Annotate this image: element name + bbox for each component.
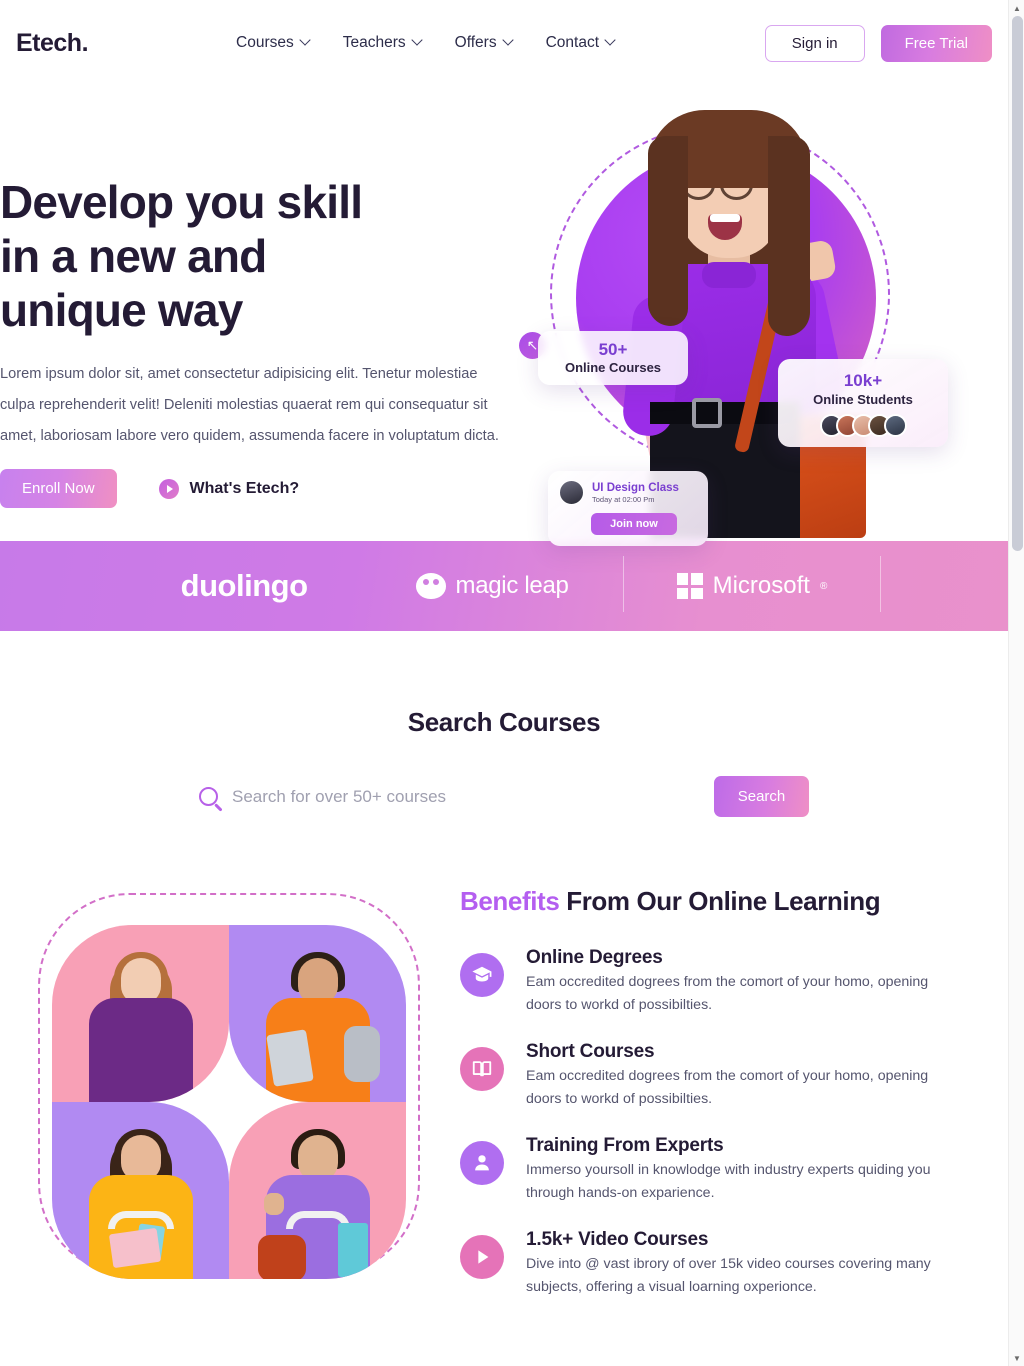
stat-label: Online Students [813, 392, 913, 407]
chevron-down-icon [606, 36, 616, 46]
nav-item-label: Courses [236, 34, 294, 51]
hero-text-block: Develop you skill in a new and unique wa… [0, 176, 520, 509]
whats-etech-video-link[interactable]: What's Etech? [158, 478, 300, 499]
benefits-heading-rest: From Our Online Learning [559, 886, 881, 916]
play-icon [158, 478, 179, 499]
nav-item-label: Contact [545, 34, 599, 51]
benefits-heading: Benefits From Our Online Learning [460, 885, 890, 919]
duolingo-wordmark: duolingo [180, 568, 308, 603]
brand-logo[interactable]: Etech. [16, 29, 89, 58]
microsoft-grid-icon [676, 573, 703, 599]
benefits-content: Benefits From Our Online Learning Online… [460, 885, 992, 1299]
collage-quadrant-1 [52, 925, 229, 1102]
student-avatar-group [792, 414, 934, 437]
avatar [559, 480, 584, 505]
search-icon [199, 787, 218, 806]
avatar [883, 414, 907, 437]
search-button[interactable]: Search [714, 776, 809, 817]
nav-item-teachers[interactable]: Teachers [343, 34, 423, 52]
user-icon [460, 1140, 504, 1185]
benefits-list: Online Degrees Eam occredited dogrees fr… [460, 947, 992, 1299]
chevron-down-icon [413, 36, 423, 46]
students-collage-image [52, 925, 406, 1279]
class-card-ui-design: UI Design Class Today at 02:00 Pm Join n… [548, 471, 708, 546]
page-root: Etech. Courses Teachers Offers Contact S… [0, 0, 1024, 1366]
join-now-button[interactable]: Join now [591, 513, 677, 535]
benefit-item-online-degrees: Online Degrees Eam occredited dogrees fr… [460, 947, 992, 1017]
collage-quadrant-2 [229, 925, 406, 1102]
hero-title: Develop you skill in a new and unique wa… [0, 176, 520, 337]
nav-item-label: Teachers [342, 34, 406, 51]
benefit-item-training-from-experts: Training From Experts Immerso yoursoll i… [460, 1135, 992, 1205]
hero-title-line-2: in a new and [0, 229, 267, 282]
benefit-title: Short Courses [526, 1040, 655, 1062]
class-title: UI Design Class [592, 481, 679, 494]
class-time: Today at 02:00 Pm [592, 494, 655, 504]
search-courses-section: Search Courses Search [0, 631, 1008, 817]
benefit-description: Immerso yoursoll in knowlodge with indus… [526, 1161, 931, 1201]
search-field-group [199, 786, 599, 807]
collage-quadrant-4 [229, 1102, 406, 1279]
benefit-title: Training From Experts [526, 1134, 724, 1156]
registered-trademark: ® [819, 580, 828, 592]
benefit-item-short-courses: Short Courses Eam occredited dogrees fro… [460, 1041, 992, 1111]
top-navbar: Etech. Courses Teachers Offers Contact S… [0, 0, 1008, 86]
stat-label: Online Courses [564, 360, 662, 376]
stat-card-online-students: 10k+ Online Students [778, 359, 948, 447]
magic-leap-wordmark: magic leap [455, 572, 569, 599]
hero-paragraph: Lorem ipsum dolor sit, amet consectetur … [0, 366, 499, 444]
page-content: Etech. Courses Teachers Offers Contact S… [0, 0, 1008, 1299]
scroll-up-arrow-icon[interactable]: ▲ [1009, 0, 1024, 16]
nav-item-offers[interactable]: Offers [455, 34, 514, 52]
stat-value: 50+ [598, 340, 628, 359]
collage-quadrant-3 [52, 1102, 229, 1279]
partner-microsoft: Microsoft ® [622, 556, 882, 612]
benefit-description: Eam occredited dogrees from the comort o… [526, 973, 929, 1013]
page-scrollbar[interactable]: ▲ ▼ [1008, 0, 1024, 1366]
benefits-heading-highlight: Benefits [460, 886, 560, 916]
sign-in-button[interactable]: Sign in [764, 24, 865, 62]
partner-magic-leap: magic leap [362, 572, 623, 600]
hero-cta-row: Enroll Now What's Etech? [0, 469, 520, 509]
benefit-description: Dive into @ vast ibrory of over 15k vide… [526, 1255, 931, 1295]
search-input[interactable] [232, 786, 572, 807]
stat-card-online-courses: 50+ Online Courses [538, 331, 688, 386]
hero-section: Develop you skill in a new and unique wa… [0, 86, 1008, 546]
partner-duolingo: duolingo [127, 568, 362, 604]
graduation-cap-icon [460, 952, 504, 997]
scrollbar-thumb[interactable] [1012, 16, 1023, 551]
chevron-down-icon [504, 36, 514, 46]
open-book-icon [460, 1046, 504, 1091]
benefits-section: Benefits From Our Online Learning Online… [0, 885, 1008, 1299]
chevron-down-icon [301, 36, 311, 46]
hero-title-line-3: unique way [0, 283, 243, 336]
benefit-item-video-courses: 1.5k+ Video Courses Dive into @ vast ibr… [460, 1229, 992, 1299]
nav-item-contact[interactable]: Contact [546, 34, 616, 52]
benefits-collage-wrap [16, 885, 420, 1299]
search-bar: Search [0, 776, 1008, 817]
nav-actions: Sign in Free Trial [764, 24, 992, 62]
free-trial-button[interactable]: Free Trial [880, 24, 992, 62]
play-icon [460, 1234, 504, 1279]
hero-title-line-1: Develop you skill [0, 176, 363, 228]
stat-value: 10k+ [843, 371, 883, 390]
benefit-title: 1.5k+ Video Courses [526, 1228, 709, 1250]
benefit-description: Eam occredited dogrees from the comort o… [526, 1067, 929, 1107]
magic-leap-mark-icon [415, 573, 446, 599]
hero-illustration: ↖ 50+ Online Courses 10k+ Online Student… [508, 86, 978, 546]
enroll-now-button[interactable]: Enroll Now [0, 469, 117, 509]
search-section-title: Search Courses [407, 707, 601, 737]
nav-item-label: Offers [454, 34, 497, 51]
main-nav: Courses Teachers Offers Contact [236, 34, 616, 52]
microsoft-wordmark: Microsoft [712, 572, 810, 599]
benefit-title: Online Degrees [526, 946, 663, 968]
nav-item-courses[interactable]: Courses [236, 34, 311, 52]
scroll-down-arrow-icon[interactable]: ▼ [1009, 1350, 1024, 1366]
whats-etech-label: What's Etech? [189, 479, 300, 497]
partner-logos-band: duolingo magic leap Microsoft ® [0, 541, 1008, 631]
